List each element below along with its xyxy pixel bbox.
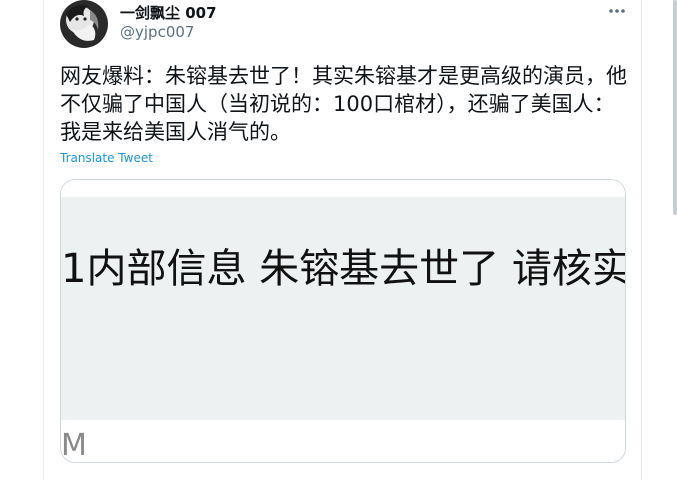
tweet-media-image[interactable]: 1内部信息 朱镕基去世了 请核实 M bbox=[60, 179, 626, 463]
timeline-right-border bbox=[641, 0, 642, 480]
page-scrollbar[interactable] bbox=[673, 0, 677, 215]
avatar[interactable] bbox=[60, 0, 108, 48]
tweet-text: 网友爆料：朱镕基去世了！其实朱镕基才是更高级的演员，他不仅骗了中国人（当初说的：… bbox=[60, 64, 627, 144]
translate-tweet-link[interactable]: Translate Tweet bbox=[60, 151, 153, 165]
avatar-image bbox=[60, 0, 108, 48]
media-headline-text: 1内部信息 朱镕基去世了 请核实 bbox=[61, 246, 626, 292]
user-handle[interactable]: @yjpc007 bbox=[120, 23, 194, 41]
more-options-button[interactable] bbox=[606, 0, 628, 22]
media-bottom-strip bbox=[61, 420, 625, 462]
more-horizontal-icon bbox=[609, 9, 625, 13]
media-partial-text: M bbox=[61, 428, 87, 463]
media-background bbox=[61, 197, 625, 420]
tweet-card[interactable]: 一剑飘尘 007 @yjpc007 网友爆料：朱镕基去世了！其实朱镕基才是更高级… bbox=[44, 0, 641, 480]
display-name[interactable]: 一剑飘尘 007 bbox=[120, 2, 217, 23]
media-top-strip bbox=[61, 180, 625, 197]
